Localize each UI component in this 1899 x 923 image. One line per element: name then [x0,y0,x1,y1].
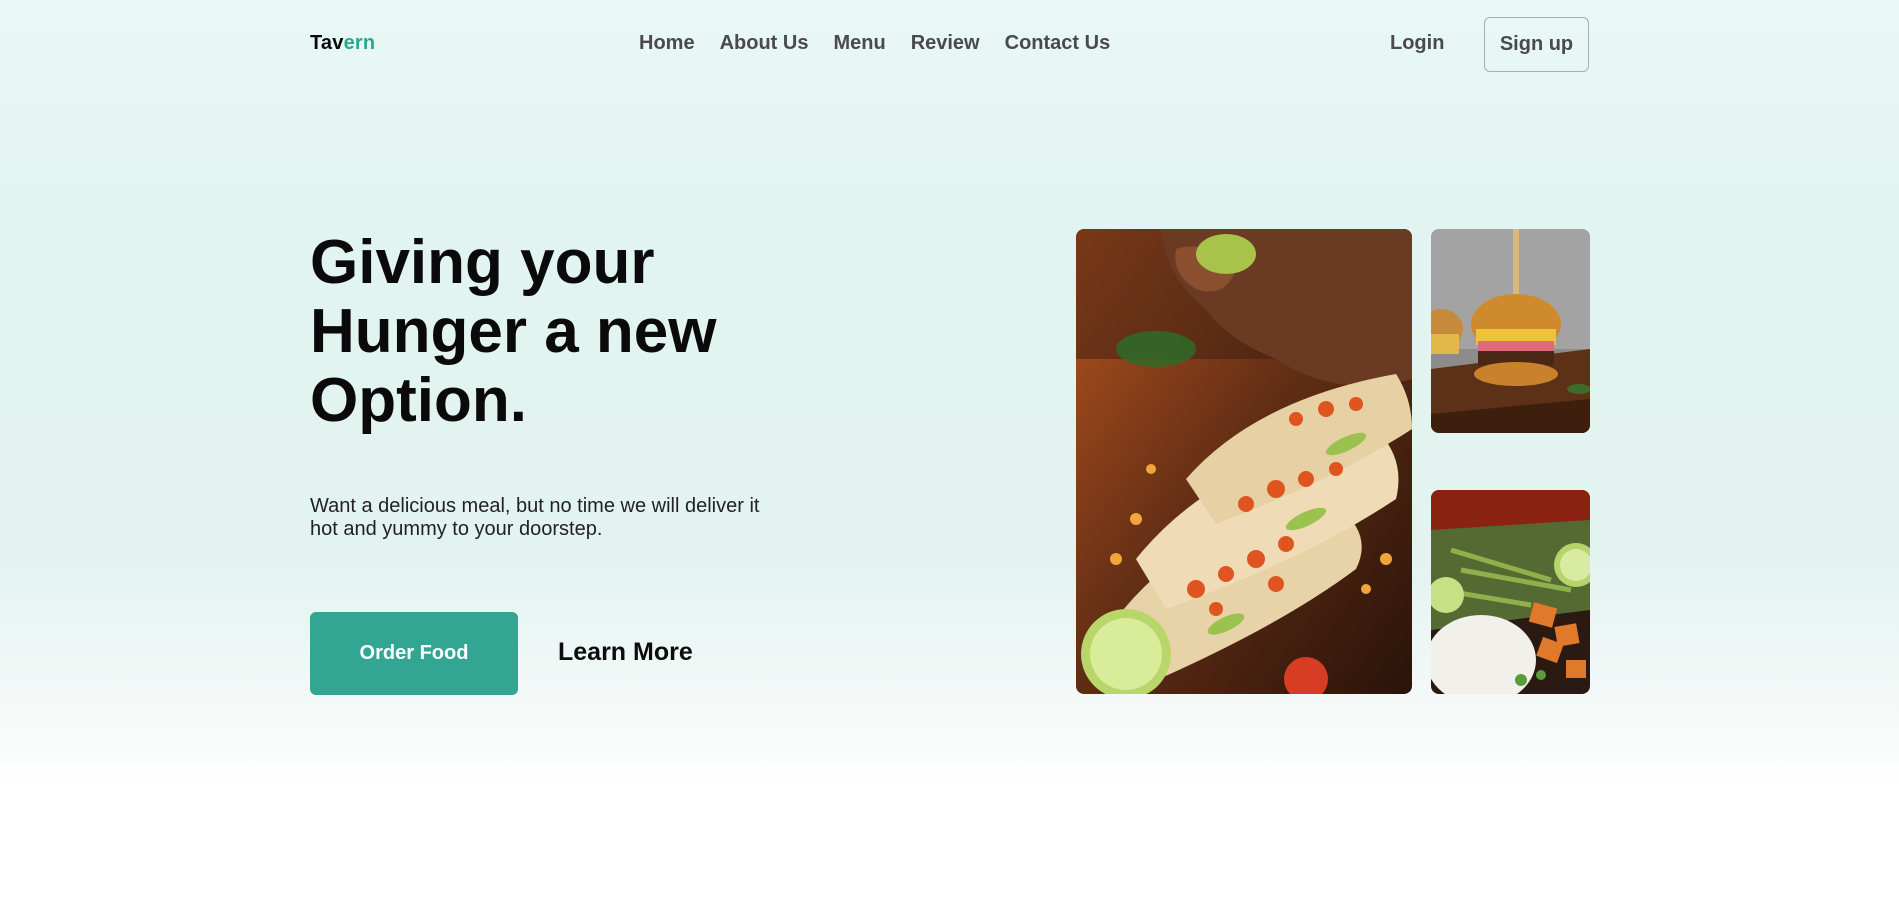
login-link[interactable]: Login [1390,32,1444,55]
brand-logo[interactable]: Tavern [310,32,375,55]
hero-subtext: Want a delicious meal, but no time we wi… [310,495,760,540]
main-nav: Home About Us Menu Review Contact Us [639,32,1135,55]
hero-headline-line3: Option. [310,366,527,435]
signup-button[interactable]: Sign up [1484,17,1589,72]
learn-more-button[interactable]: Learn More [558,638,693,667]
brand-logo-part2: ern [343,32,376,54]
burger-photo [1431,229,1590,433]
nav-item-about-us[interactable]: About Us [720,32,809,55]
brand-logo-part1: Tav [310,32,344,54]
nav-item-menu[interactable]: Menu [833,32,885,55]
hero-headline-line1: Giving your [310,228,655,297]
nav-item-review[interactable]: Review [911,32,980,55]
hero-headline: Giving your Hunger a new Option. [310,228,830,435]
tacos-photo [1076,229,1412,694]
order-food-button[interactable]: Order Food [310,612,518,695]
nav-item-contact-us[interactable]: Contact Us [1005,32,1111,55]
nav-item-home[interactable]: Home [639,32,695,55]
hero-headline-line2: Hunger a new [310,297,717,366]
plate-photo [1431,490,1590,694]
